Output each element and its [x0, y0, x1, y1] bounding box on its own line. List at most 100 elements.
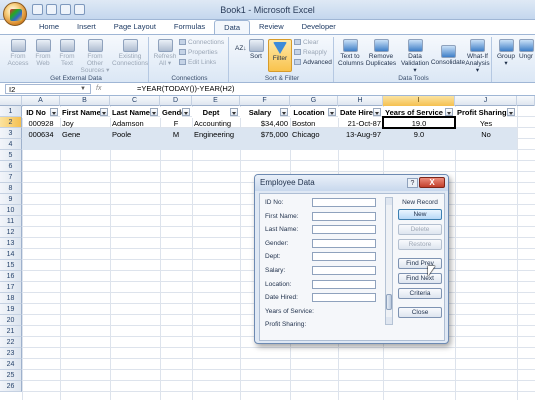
field-input[interactable]	[312, 279, 376, 289]
column-header-c[interactable]: C	[110, 96, 160, 106]
row-header-9[interactable]: 9	[0, 194, 22, 205]
column-header-g[interactable]: G	[290, 96, 338, 106]
criteria-button[interactable]: Criteria	[398, 288, 442, 299]
header-cell[interactable]: Gender	[160, 107, 182, 118]
table-cell[interactable]: Adamson	[110, 118, 160, 129]
table-cell[interactable]: Gene	[60, 129, 110, 140]
sort-az-button[interactable]: AZ↓	[235, 45, 247, 52]
scroll-thumb[interactable]	[386, 294, 392, 310]
filter-dropdown-icon[interactable]	[445, 108, 453, 116]
row-header-24[interactable]: 24	[0, 359, 22, 370]
tab-insert[interactable]: Insert	[68, 20, 105, 34]
header-cell[interactable]: ID No	[22, 107, 50, 118]
field-input[interactable]	[312, 293, 376, 303]
customize-qat-icon[interactable]	[74, 4, 85, 15]
find-prev-button[interactable]: Find Prev	[398, 258, 442, 269]
text-to-columns-button[interactable]: Text to Columns	[338, 39, 364, 67]
filter-dropdown-icon[interactable]	[373, 108, 381, 116]
table-cell[interactable]: 9.0	[383, 129, 455, 140]
what-if-analysis-button[interactable]: What-If Analysis ▾	[464, 39, 491, 74]
row-header-5[interactable]: 5	[0, 150, 22, 161]
close-icon[interactable]: X	[419, 177, 445, 188]
field-input[interactable]	[312, 225, 376, 235]
column-header-e[interactable]: E	[192, 96, 240, 106]
tab-formulas[interactable]: Formulas	[165, 20, 214, 34]
delete-button[interactable]: Delete	[398, 224, 442, 235]
row-header-16[interactable]: 16	[0, 271, 22, 282]
filter-dropdown-icon[interactable]	[507, 108, 515, 116]
column-header-b[interactable]: B	[60, 96, 110, 106]
column-header-d[interactable]: D	[160, 96, 192, 106]
filter-dropdown-icon[interactable]	[50, 108, 58, 116]
table-cell[interactable]: Boston	[290, 118, 338, 129]
filter-dropdown-icon[interactable]	[150, 108, 158, 116]
name-box[interactable]: I2	[5, 84, 91, 94]
undo-icon[interactable]	[46, 4, 57, 15]
scroll-up-icon[interactable]	[386, 198, 392, 205]
column-header-a[interactable]: A	[22, 96, 60, 106]
table-cell[interactable]: F	[160, 118, 192, 129]
field-input[interactable]	[312, 198, 376, 207]
new-button[interactable]: New	[398, 209, 442, 220]
close-button[interactable]: Close	[398, 307, 442, 318]
table-cell[interactable]: 21-Oct-87	[338, 118, 383, 129]
row-header-11[interactable]: 11	[0, 216, 22, 227]
save-icon[interactable]	[32, 4, 43, 15]
table-cell[interactable]: No	[455, 129, 517, 140]
tab-page-layout[interactable]: Page Layout	[105, 20, 165, 34]
table-cell[interactable]: Accounting	[192, 118, 240, 129]
help-icon[interactable]: ?	[407, 178, 418, 188]
row-header-18[interactable]: 18	[0, 293, 22, 304]
find-next-button[interactable]: Find Next	[398, 273, 442, 284]
chevron-down-icon[interactable]: ▼	[80, 86, 86, 92]
table-cell[interactable]: Yes	[455, 118, 517, 129]
header-cell[interactable]: Profit Sharing	[455, 107, 507, 118]
column-header-f[interactable]: F	[240, 96, 290, 106]
filter-dropdown-icon[interactable]	[328, 108, 336, 116]
field-input[interactable]	[312, 238, 376, 248]
row-header-2[interactable]: 2	[0, 117, 22, 128]
row-header-7[interactable]: 7	[0, 172, 22, 183]
header-cell[interactable]: Last Name	[110, 107, 150, 118]
table-cell[interactable]: 000634	[22, 129, 60, 140]
tab-home[interactable]: Home	[30, 20, 68, 34]
field-input[interactable]	[312, 252, 376, 262]
table-cell[interactable]: Poole	[110, 129, 160, 140]
header-cell[interactable]: Location	[290, 107, 328, 118]
header-cell[interactable]: Dept	[192, 107, 230, 118]
scroll-down-icon[interactable]	[386, 317, 392, 324]
row-header-13[interactable]: 13	[0, 238, 22, 249]
data-validation-button[interactable]: Data Validation ▾	[400, 39, 430, 74]
select-all-corner[interactable]	[0, 96, 22, 106]
row-header-10[interactable]: 10	[0, 205, 22, 216]
row-header-20[interactable]: 20	[0, 315, 22, 326]
row-header-1[interactable]: 1	[0, 106, 22, 117]
row-header-14[interactable]: 14	[0, 249, 22, 260]
office-button[interactable]	[3, 2, 27, 26]
record-scrollbar[interactable]	[385, 197, 393, 325]
field-input[interactable]	[312, 266, 376, 275]
filter-dropdown-icon[interactable]	[230, 108, 238, 116]
row-header-26[interactable]: 26	[0, 381, 22, 392]
redo-icon[interactable]	[60, 4, 71, 15]
restore-button[interactable]: Restore	[398, 239, 442, 250]
ungroup-button[interactable]: Ungr	[517, 39, 535, 60]
row-header-12[interactable]: 12	[0, 227, 22, 238]
filter-dropdown-icon[interactable]	[280, 108, 288, 116]
header-cell[interactable]: Date Hired	[338, 107, 373, 118]
row-header-23[interactable]: 23	[0, 348, 22, 359]
filter-dropdown-icon[interactable]	[182, 108, 190, 116]
row-header-3[interactable]: 3	[0, 128, 22, 139]
table-cell[interactable]: Joy	[60, 118, 110, 129]
table-cell[interactable]: 000928	[22, 118, 60, 129]
row-header-8[interactable]: 8	[0, 183, 22, 194]
tab-review[interactable]: Review	[250, 20, 293, 34]
remove-duplicates-button[interactable]: Remove Duplicates	[364, 39, 398, 67]
table-cell[interactable]: $34,400	[240, 118, 290, 129]
group-button[interactable]: Group ▾	[496, 39, 516, 67]
table-cell[interactable]: 13-Aug-97	[338, 129, 383, 140]
row-header-17[interactable]: 17	[0, 282, 22, 293]
row-header-15[interactable]: 15	[0, 260, 22, 271]
header-cell[interactable]: Salary	[240, 107, 280, 118]
row-header-25[interactable]: 25	[0, 370, 22, 381]
